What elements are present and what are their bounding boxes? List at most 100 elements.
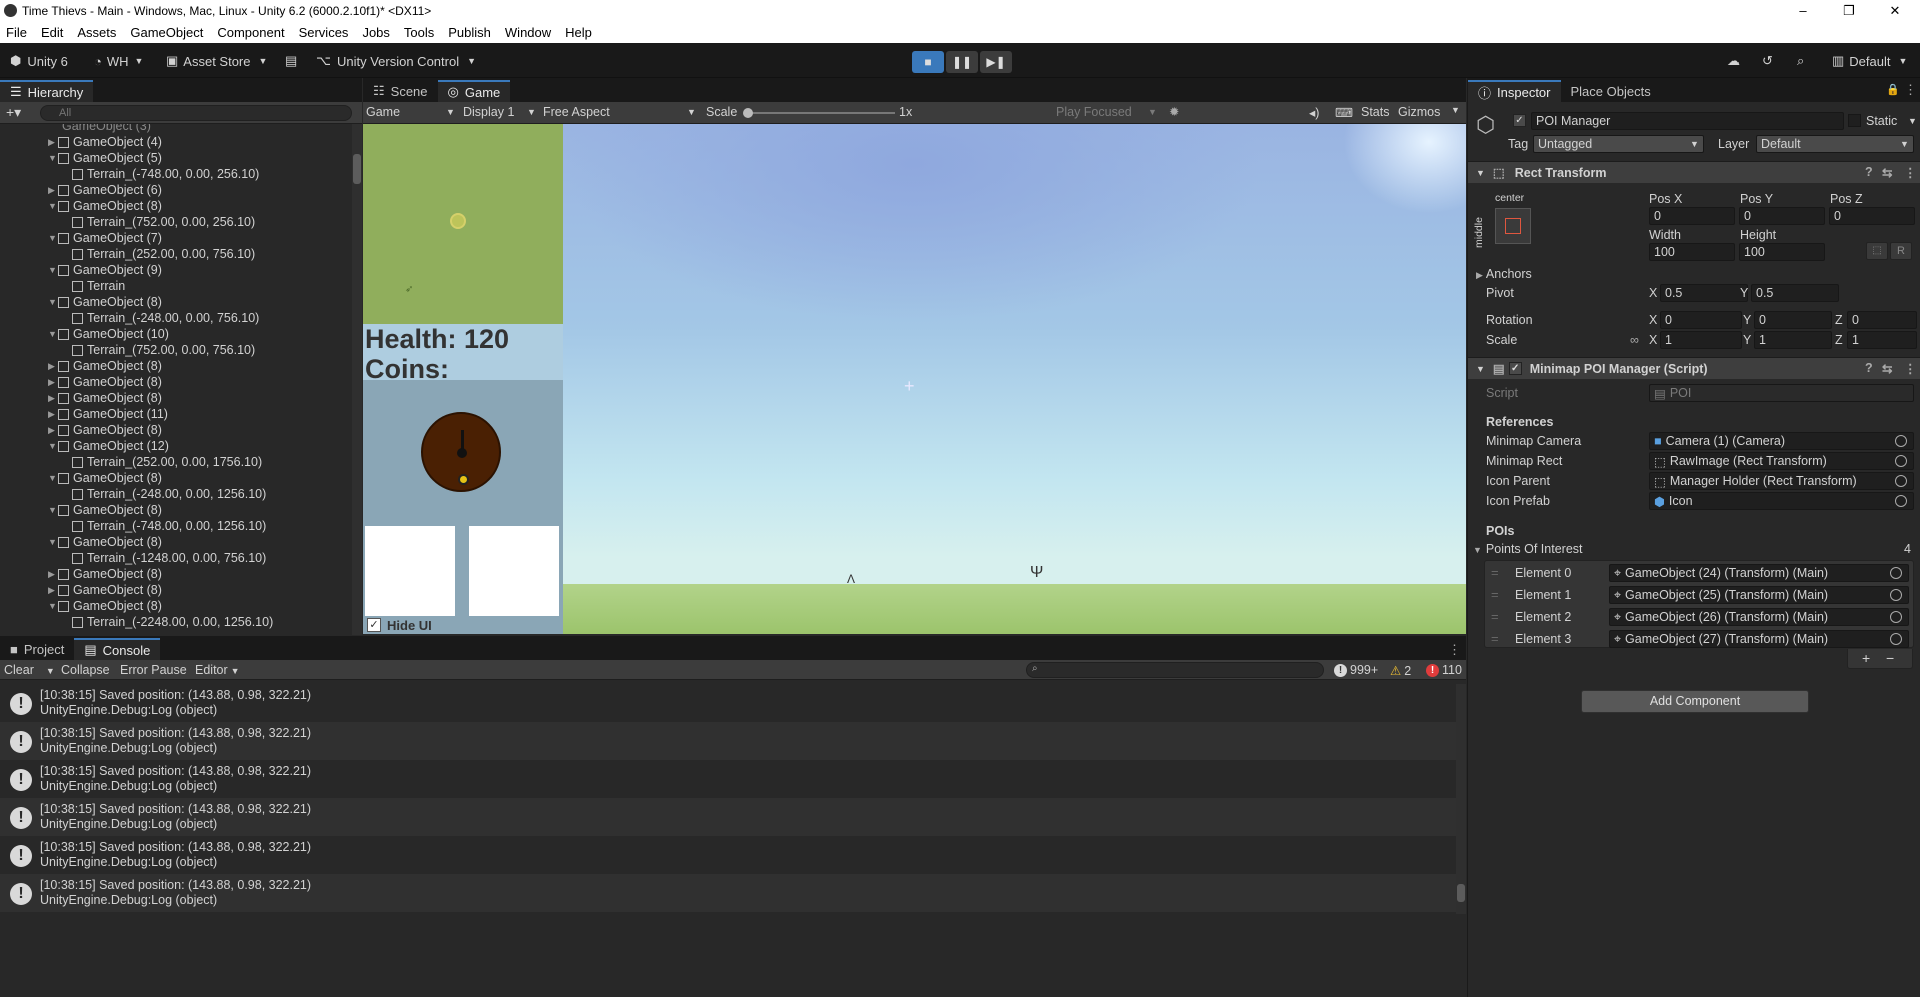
help-icon[interactable]: ?	[1865, 361, 1873, 375]
chevron-down-icon[interactable]: ▼	[1451, 105, 1460, 115]
object-picker-icon[interactable]	[1895, 435, 1907, 447]
poi-element-row[interactable]: = Element 3 ⌖ GameObject (27) (Transform) (…	[1485, 629, 1913, 649]
menu-component[interactable]: Component	[217, 25, 284, 40]
hierarchy-row[interactable]: Terrain_(-1248.00, 0.00, 756.10)	[0, 550, 266, 566]
chevron-right-icon[interactable]: ▶	[48, 361, 58, 372]
chevron-down-icon[interactable]: ▼	[48, 601, 58, 611]
console-search-input[interactable]: ⌕	[1026, 662, 1324, 678]
hierarchy-row[interactable]: ▼ GameObject (12)	[0, 438, 169, 454]
menu-assets[interactable]: Assets	[77, 25, 116, 40]
console-scrollbar[interactable]	[1456, 684, 1466, 914]
menu-gameobject[interactable]: GameObject	[130, 25, 203, 40]
drag-handle-icon[interactable]: =	[1491, 631, 1499, 646]
hierarchy-row[interactable]: ▼ GameObject (5)	[0, 150, 162, 166]
add-component-button[interactable]: Add Component	[1581, 690, 1809, 713]
kebab-icon[interactable]: ⋮	[1448, 642, 1461, 658]
chevron-down-icon[interactable]: ▼	[48, 505, 58, 515]
hierarchy-row[interactable]: Terrain_(752.00, 0.00, 256.10)	[0, 214, 255, 230]
collapse-button[interactable]: Collapse	[61, 663, 110, 677]
search-icon[interactable]: ⌕	[1797, 51, 1804, 71]
chevron-down-icon[interactable]: ▼	[48, 441, 58, 451]
history-icon[interactable]: ↺	[1762, 51, 1773, 71]
hierarchy-row[interactable]: ▶ GameObject (8)	[0, 358, 162, 374]
close-icon[interactable]: ✕	[1872, 0, 1918, 21]
add-icon[interactable]: +▾	[6, 104, 21, 121]
icon-prefab-field[interactable]: ⬢ Icon	[1649, 492, 1914, 510]
play-focused-dropdown[interactable]: Play Focused ▼	[1056, 105, 1157, 119]
minimap-rect-field[interactable]: ⬚ RawImage (Rect Transform)	[1649, 452, 1914, 470]
rect-transform-header[interactable]: ▼ ⬚ Rect Transform ? ⇆ ⋮	[1468, 161, 1920, 183]
hierarchy-search-input[interactable]	[40, 105, 352, 121]
drag-handle-icon[interactable]: =	[1491, 587, 1499, 602]
hierarchy-row[interactable]: ▶ GameObject (8)	[0, 566, 162, 582]
chevron-down-icon[interactable]: ▼	[48, 473, 58, 483]
layout-dropdown[interactable]: ▥ Default ▼	[1832, 51, 1907, 71]
log-entry[interactable]: ! [10:38:15] Saved position: (143.88, 0.9…	[0, 874, 1456, 912]
icon-parent-field[interactable]: ⬚ Manager Holder (Rect Transform)	[1649, 472, 1914, 490]
error-count[interactable]: ! 110	[1426, 663, 1462, 677]
hierarchy-row[interactable]: ▶ GameObject (8)	[0, 390, 162, 406]
layer-dropdown[interactable]: Default ▼	[1756, 135, 1914, 153]
kebab-icon[interactable]: ⋮	[1904, 361, 1917, 376]
posy-field[interactable]: 0	[1739, 207, 1825, 225]
poi-element-row[interactable]: = Element 0 ⌖ GameObject (24) (Transform) (…	[1485, 563, 1913, 583]
preset-icon[interactable]: ⇆	[1882, 165, 1892, 180]
chevron-down-icon[interactable]: ▼	[48, 265, 58, 275]
hierarchy-row[interactable]: ▶ GameObject (8)	[0, 422, 162, 438]
log-entry[interactable]: ! [10:38:15] Saved position: (143.88, 0.9…	[0, 722, 1456, 760]
hierarchy-row[interactable]: Terrain_(752.00, 0.00, 756.10)	[0, 342, 255, 358]
hierarchy-row[interactable]: ▶ GameObject (8)	[0, 374, 162, 390]
log-entry[interactable]: ! [10:38:15] Saved position: (143.88, 0.9…	[0, 798, 1456, 836]
menu-file[interactable]: File	[6, 25, 27, 40]
log-entry[interactable]: ! [10:38:15] Saved position: (143.88, 0.9…	[0, 760, 1456, 798]
chevron-right-icon[interactable]: ▶	[48, 569, 58, 580]
object-picker-icon[interactable]	[1890, 589, 1902, 601]
object-name-field[interactable]: POI Manager	[1531, 112, 1844, 130]
inventory-slot-2[interactable]	[469, 526, 559, 616]
scale-slider-handle[interactable]	[743, 108, 753, 118]
object-picker-icon[interactable]	[1895, 455, 1907, 467]
tab-inspector[interactable]: ⓘ Inspector	[1468, 80, 1561, 102]
chevron-down-icon[interactable]: ▼	[48, 153, 58, 163]
tab-console[interactable]: ▤ Console	[74, 638, 161, 660]
width-field[interactable]: 100	[1649, 243, 1735, 261]
hierarchy-row[interactable]: Terrain_(-748.00, 0.00, 256.10)	[0, 166, 259, 182]
poi-element-row[interactable]: = Element 2 ⌖ GameObject (26) (Transform) (…	[1485, 607, 1913, 627]
chevron-right-icon[interactable]: ▶	[48, 377, 58, 388]
menu-tools[interactable]: Tools	[404, 25, 434, 40]
hierarchy-row[interactable]: Terrain_(-748.00, 0.00, 1256.10)	[0, 518, 266, 534]
aspect-dropdown[interactable]: Free Aspect ▼	[543, 105, 698, 119]
game-viewport[interactable]: Ʌ Ψ + ➶ Health: 120 Coins: ✓ Hide UI	[363, 124, 1466, 634]
hierarchy-row[interactable]: Terrain	[0, 278, 125, 294]
chevron-down-icon[interactable]: ▼	[48, 537, 58, 547]
scale-slider[interactable]	[743, 108, 895, 118]
minimize-icon[interactable]: –	[1780, 0, 1826, 21]
minimap-camera-field[interactable]: ■ Camera (1) (Camera)	[1649, 432, 1914, 450]
editor-dropdown[interactable]: Editor ▼	[195, 663, 240, 677]
lock-icon[interactable]: 🔒	[1886, 83, 1900, 96]
hierarchy-row[interactable]: ▼ GameObject (8)	[0, 534, 162, 550]
remove-element-icon[interactable]: −	[1886, 650, 1894, 666]
poi-element-field[interactable]: ⌖ GameObject (26) (Transform) (Main)	[1609, 608, 1909, 626]
posx-field[interactable]: 0	[1649, 207, 1735, 225]
help-icon[interactable]: ?	[1865, 165, 1873, 179]
cloud-icon[interactable]: ☁	[1727, 51, 1740, 71]
bug-icon[interactable]: ✹	[1169, 104, 1179, 119]
scrollbar-thumb[interactable]	[1457, 884, 1465, 902]
version-control-button[interactable]: ⌥ Unity Version Control ▼	[316, 51, 476, 71]
poi-element-field[interactable]: ⌖ GameObject (25) (Transform) (Main)	[1609, 586, 1909, 604]
hierarchy-row[interactable]: Terrain_(-248.00, 0.00, 756.10)	[0, 310, 259, 326]
drag-handle-icon[interactable]: =	[1491, 609, 1499, 624]
hierarchy-row[interactable]: ▼ GameObject (8)	[0, 470, 162, 486]
rot-x-field[interactable]: 0	[1660, 311, 1742, 329]
error-pause-button[interactable]: Error Pause	[120, 663, 187, 677]
chevron-right-icon[interactable]: ▶	[48, 185, 58, 196]
tab-scene[interactable]: ☷ Scene	[363, 80, 438, 102]
poi-element-field[interactable]: ⌖ GameObject (27) (Transform) (Main)	[1609, 630, 1909, 648]
menu-edit[interactable]: Edit	[41, 25, 63, 40]
hierarchy-row[interactable]: ▼ GameObject (8)	[0, 198, 162, 214]
hierarchy-row[interactable]: ▼ GameObject (9)	[0, 262, 162, 278]
menu-help[interactable]: Help	[565, 25, 592, 40]
inventory-slot-1[interactable]	[365, 526, 455, 616]
drag-handle-icon[interactable]: =	[1491, 565, 1499, 580]
